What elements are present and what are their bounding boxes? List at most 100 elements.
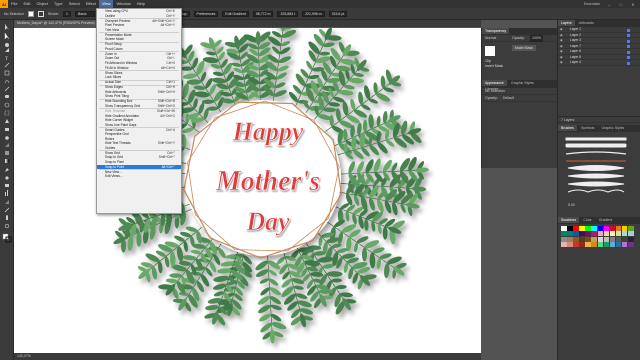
swatch[interactable]: [597, 236, 604, 242]
view-menu-item[interactable]: Actual Size Ctrl+1: [97, 80, 181, 85]
swatch[interactable]: [597, 231, 604, 237]
swatch[interactable]: [609, 225, 616, 231]
swatch[interactable]: [597, 225, 604, 231]
tab-color[interactable]: Color: [580, 217, 594, 223]
layer-row[interactable]: ◉ Layer 4: [558, 60, 640, 66]
visibility-eye-icon[interactable]: ◉: [560, 33, 564, 37]
view-menu-item[interactable]: Show Live Paint Gaps: [97, 123, 181, 128]
swatch[interactable]: [628, 242, 634, 248]
swatch[interactable]: [567, 225, 573, 231]
close-icon[interactable]: ✕: [630, 2, 636, 7]
tab-swatches[interactable]: Swatches: [558, 216, 580, 223]
swatch[interactable]: [628, 231, 634, 237]
maximize-icon[interactable]: □: [618, 2, 624, 7]
swatch[interactable]: [585, 231, 591, 237]
swatch[interactable]: [579, 242, 585, 248]
view-menu-item[interactable]: Snap to Point Alt+Ctrl+": [97, 164, 181, 170]
invert-mask-checkbox[interactable]: Invert Mask: [485, 64, 503, 68]
tools-icons[interactable]: T: [0, 20, 14, 360]
swatch[interactable]: [591, 225, 597, 231]
menu-window[interactable]: Window: [113, 0, 133, 8]
width-field[interactable]: 221,996 m: [302, 10, 325, 17]
brush-strokes-preview[interactable]: 5.00: [558, 132, 640, 214]
swatch[interactable]: [621, 225, 628, 231]
tab-gradient[interactable]: Gradient: [596, 217, 615, 223]
stroke-weight-field[interactable]: 1: [62, 10, 71, 17]
swatch[interactable]: [615, 236, 622, 242]
visibility-eye-icon[interactable]: ◉: [560, 55, 564, 59]
swatch[interactable]: [609, 231, 616, 237]
menu-help[interactable]: Help: [134, 0, 148, 8]
menu-type[interactable]: Type: [51, 0, 66, 8]
swatch[interactable]: [603, 236, 610, 242]
menu-file[interactable]: File: [8, 0, 20, 8]
minimize-icon[interactable]: –: [606, 2, 612, 7]
view-menu-item[interactable]: Edit Views...: [97, 174, 181, 179]
make-mask-button[interactable]: Make Mask: [512, 45, 536, 51]
zoom-level[interactable]: 142,47%: [17, 354, 31, 358]
view-menu-item[interactable]: Lock Slices: [97, 75, 181, 80]
swatch[interactable]: [567, 231, 573, 237]
swatch[interactable]: [573, 242, 579, 248]
swatch[interactable]: [603, 242, 610, 248]
view-menu-item[interactable]: Fit All in Window Alt+Ctrl+0: [97, 66, 181, 71]
menu-select[interactable]: Select: [66, 0, 83, 8]
tab-brushes[interactable]: Brushes: [558, 124, 577, 131]
swatch[interactable]: [567, 236, 573, 242]
swatch[interactable]: [561, 236, 567, 242]
height-field[interactable]: 315,6 pt: [328, 10, 348, 17]
swatch[interactable]: [561, 225, 567, 231]
tab-graphic-styles-2[interactable]: Graphic Styles: [599, 125, 628, 131]
x-field[interactable]: 98,772 m: [252, 10, 274, 17]
swatch[interactable]: [603, 231, 610, 237]
swatch[interactable]: [609, 236, 616, 242]
brush-definition-dropdown[interactable]: Basic: [74, 10, 95, 17]
stroke-swatch[interactable]: [37, 10, 44, 17]
swatch[interactable]: [603, 225, 610, 231]
menu-edit[interactable]: Edit: [20, 0, 33, 8]
menu-view[interactable]: View: [98, 0, 114, 8]
swatch[interactable]: [567, 242, 573, 248]
swatch[interactable]: [573, 236, 579, 242]
swatch[interactable]: [591, 236, 597, 242]
swatch[interactable]: [585, 242, 591, 248]
swatch[interactable]: [573, 231, 579, 237]
view-menu-item[interactable]: Show Print Tiling: [97, 94, 181, 99]
visibility-eye-icon[interactable]: ◉: [560, 50, 564, 53]
workspace-label[interactable]: Essentials: [584, 2, 600, 6]
tab-layers[interactable]: Layers: [558, 20, 575, 26]
swatch[interactable]: [615, 225, 622, 231]
swatch[interactable]: [561, 231, 567, 237]
swatch[interactable]: [621, 231, 628, 237]
artwork-canvas[interactable]: Happy Mother's Day: [14, 28, 481, 353]
menu-effect[interactable]: Effect: [83, 0, 99, 8]
visibility-eye-icon[interactable]: ◉: [560, 61, 564, 64]
artboard[interactable]: Happy Mother's Day: [14, 28, 481, 353]
swatch[interactable]: [573, 225, 579, 231]
transparency-tab[interactable]: Transparency: [482, 28, 510, 34]
view-menu-item[interactable]: Outline Ctrl+Y: [97, 14, 181, 19]
swatch[interactable]: [585, 225, 591, 231]
edit-gradient-button[interactable]: Edit Gradient: [222, 10, 249, 17]
swatch[interactable]: [628, 236, 634, 242]
clip-checkbox[interactable]: Clip: [485, 59, 491, 63]
blend-mode-dropdown[interactable]: Normal: [485, 36, 496, 40]
transparency-opacity-field[interactable]: 100%: [530, 35, 543, 42]
swatch[interactable]: [561, 242, 567, 248]
visibility-eye-icon[interactable]: ◉: [560, 39, 564, 42]
appearance-opacity-row[interactable]: Opacity: Default: [482, 95, 557, 102]
swatch[interactable]: [609, 242, 616, 248]
swatch[interactable]: [597, 242, 604, 248]
swatch[interactable]: [615, 242, 622, 248]
swatch[interactable]: [591, 231, 597, 237]
tab-symbols[interactable]: Symbols: [578, 125, 597, 131]
view-menu-item[interactable]: Show Transparency Grid Shift+Ctrl+D: [97, 104, 181, 109]
swatch[interactable]: [591, 242, 597, 248]
swatch[interactable]: [579, 231, 585, 237]
tab-graphic-styles[interactable]: Graphic Styles: [508, 80, 537, 86]
fill-swatch[interactable]: [27, 10, 34, 17]
tab-artboards[interactable]: Artboards: [576, 20, 597, 26]
visibility-eye-icon[interactable]: ◉: [560, 44, 564, 48]
document-tab[interactable]: Mothers_Day.ai* @ 142,47% (RGB/GPU Previ…: [14, 20, 98, 27]
swatch[interactable]: [628, 225, 634, 231]
